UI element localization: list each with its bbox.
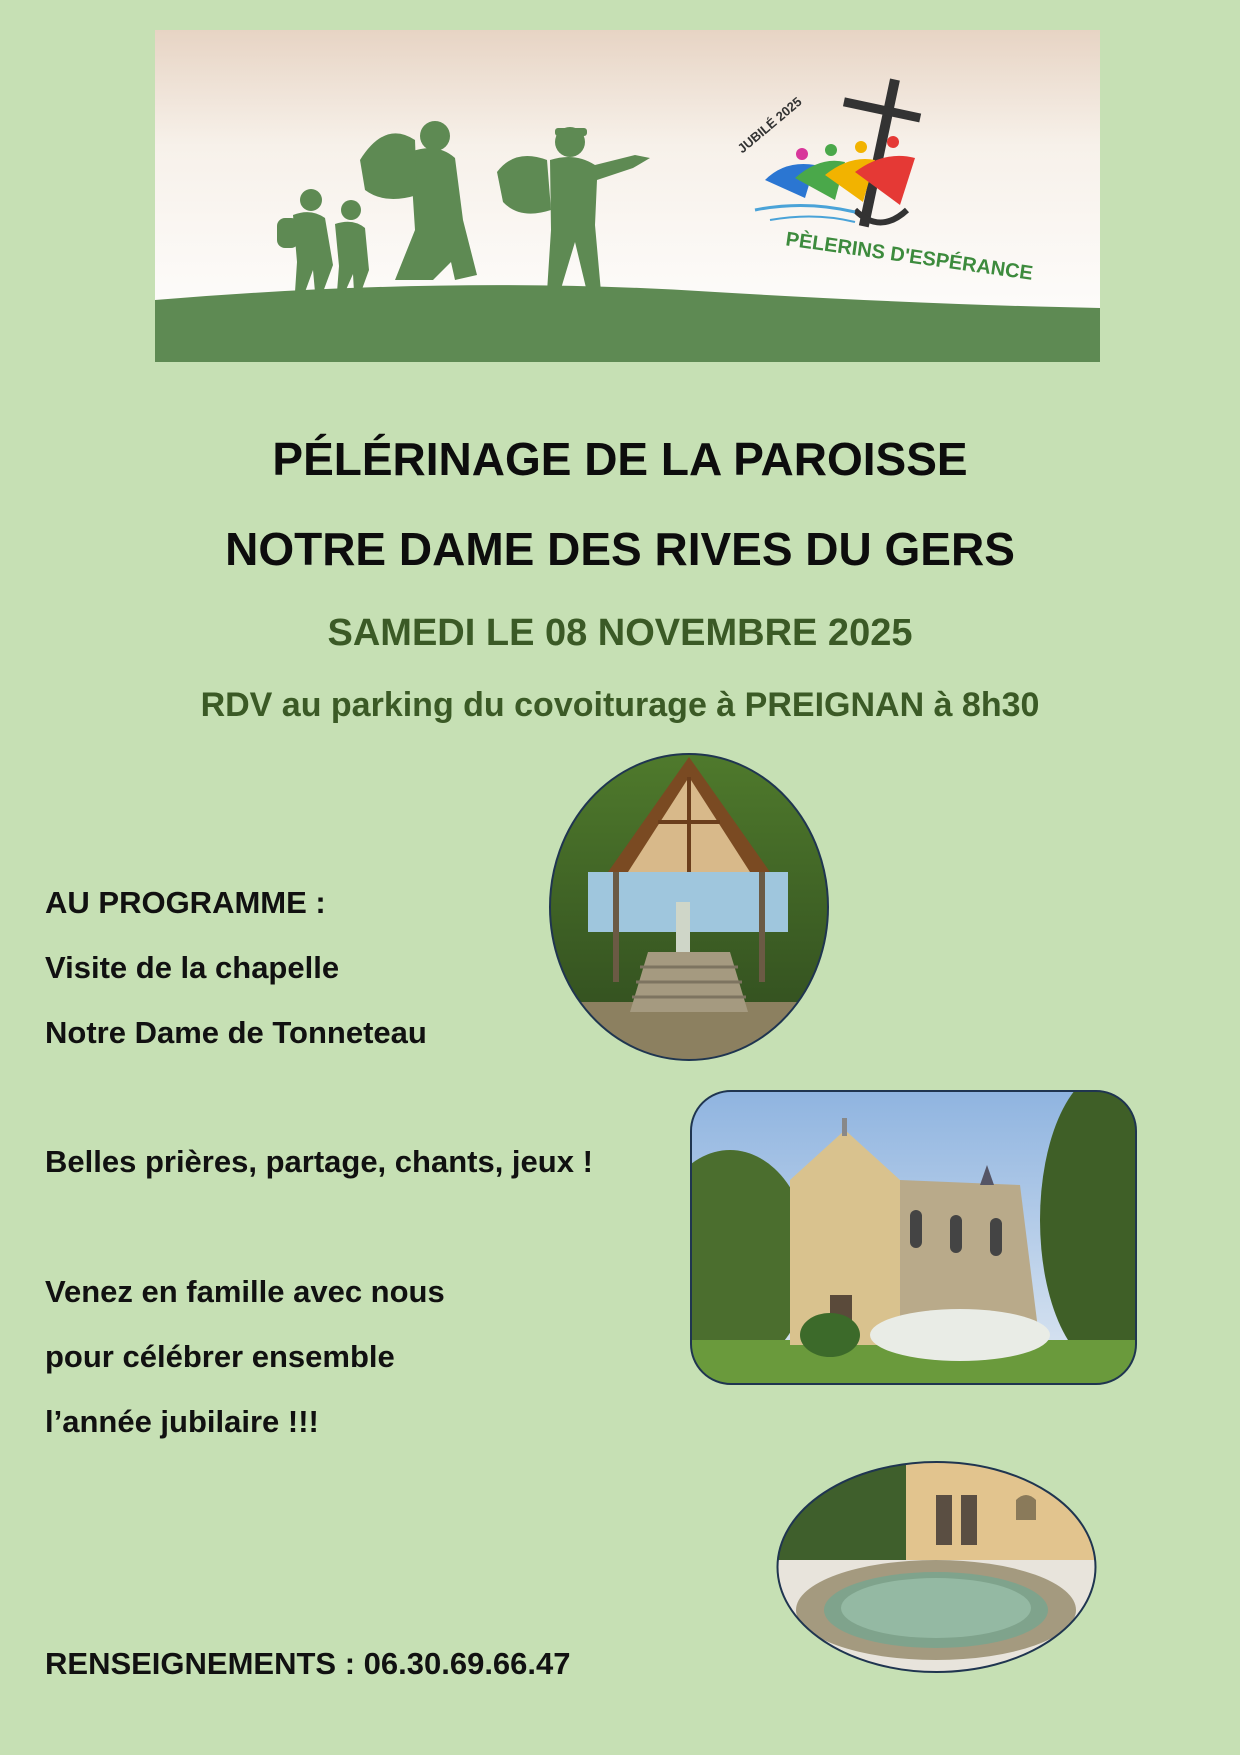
title-line-2: NOTRE DAME DES RIVES DU GERS: [225, 523, 1015, 575]
event-date: SAMEDI LE 08 NOVEMBRE 2025: [327, 612, 913, 654]
invite-line-3: l’année jubilaire !!!: [45, 1404, 319, 1439]
activities-text: Belles prières, partage, chants, jeux !: [45, 1144, 593, 1179]
title-line-1: PÉLÉRINAGE DE LA PAROISSE: [272, 433, 968, 485]
program-line-2: Notre Dame de Tonneteau: [45, 1015, 427, 1050]
meeting-point: RDV au parking du covoiturage à PREIGNAN…: [200, 686, 1040, 724]
program-line-1: Visite de la chapelle: [45, 950, 340, 985]
contact-info: RENSEIGNEMENTS : 06.30.69.66.47: [45, 1646, 571, 1681]
chapel-photo: [690, 1090, 1137, 1390]
invite-line-1: Venez en famille avec nous: [45, 1274, 445, 1309]
program-label: AU PROGRAMME :: [45, 885, 326, 920]
gazebo-photo: [548, 752, 830, 1067]
invite-line-2: pour célébrer ensemble: [45, 1339, 395, 1374]
header-banner: JUBILÉ 2025 PÈLERINS D'ESPÉRANCE: [155, 30, 1100, 362]
fountain-photo: [776, 1460, 1097, 1679]
